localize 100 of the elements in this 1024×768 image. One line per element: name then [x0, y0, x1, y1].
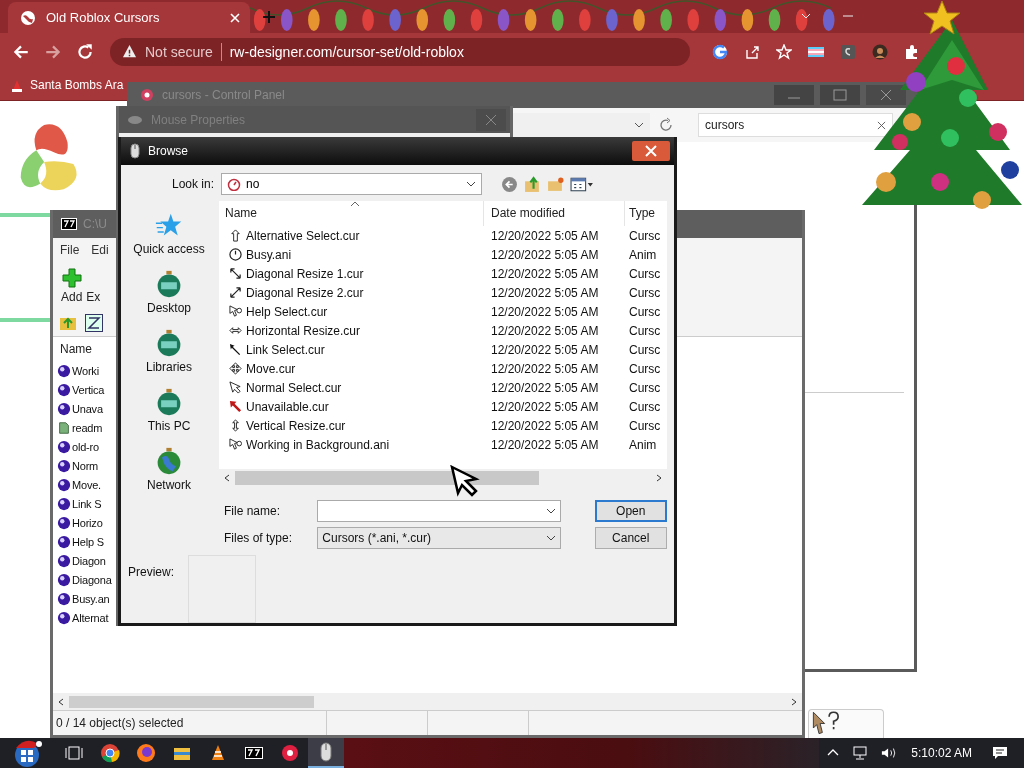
security-label[interactable]: Not secure: [145, 43, 213, 60]
type-cell-text: Cursc: [628, 228, 662, 243]
extension-icon[interactable]: [840, 43, 856, 60]
archive-entry[interactable]: Unava: [57, 399, 117, 418]
file-name[interactable]: Diagonal Resize 1.cur: [219, 266, 484, 281]
view-menu-icon[interactable]: [570, 175, 595, 193]
date-cell-text: 12/20/2022 5:05 AM: [490, 285, 600, 300]
file-name[interactable]: Move.cur: [219, 361, 484, 376]
browser-tab[interactable]: Old Roblox Cursors: [8, 2, 250, 33]
place-item[interactable]: This PC: [147, 388, 191, 433]
file-name[interactable]: Vertical Resize.cur: [219, 418, 484, 433]
share-icon[interactable]: [744, 43, 760, 60]
scroll-left-icon[interactable]: [223, 473, 231, 482]
file-name[interactable]: Diagonal Resize 2.cur: [219, 285, 484, 300]
date-cell-text: 12/20/2022 5:05 AM: [490, 380, 600, 395]
toolbar-button[interactable]: Ex: [86, 268, 101, 304]
new-tab-icon[interactable]: [262, 10, 276, 24]
archive-entry[interactable]: readm: [57, 418, 117, 437]
place-item[interactable]: Quick access: [133, 211, 205, 256]
cancel-button[interactable]: Cancel: [594, 527, 667, 549]
mouse-icon: [320, 742, 332, 762]
archive-entry[interactable]: Worki: [57, 361, 117, 380]
search-field[interactable]: cursors: [698, 113, 893, 137]
chrome-icon[interactable]: [100, 743, 120, 763]
place-item[interactable]: Desktop: [147, 270, 191, 315]
puzzle-icon[interactable]: [904, 43, 920, 60]
url-text: rw-designer.com/cursor-set/old-roblox: [229, 43, 464, 60]
refresh-icon[interactable]: [658, 117, 674, 133]
archive-entry[interactable]: Vertica: [57, 380, 117, 399]
close-icon[interactable]: [230, 12, 240, 23]
file-name[interactable]: Alternative Select.cur: [219, 228, 484, 243]
place-item[interactable]: Libraries: [146, 329, 192, 374]
archive-entry[interactable]: Busy.an: [57, 589, 117, 608]
ball-icon: [57, 534, 71, 549]
volume-icon[interactable]: [881, 746, 898, 760]
clock-text[interactable]: 5:10:02 AM: [911, 746, 972, 760]
file-name[interactable]: Busy.ani: [219, 247, 484, 262]
menu-item[interactable]: Edi: [91, 243, 109, 257]
sort-caret-icon: [350, 201, 360, 207]
task-view-icon[interactable]: [64, 743, 84, 763]
new-folder-icon[interactable]: [547, 175, 564, 193]
file-name-field[interactable]: [317, 500, 561, 522]
archive-entry[interactable]: Help S: [57, 532, 117, 551]
view-icon[interactable]: [85, 314, 103, 332]
place-item[interactable]: Network: [147, 447, 191, 492]
file-name[interactable]: Working in Background.ani: [219, 437, 484, 452]
folder-up-icon[interactable]: [524, 175, 541, 193]
clear-icon[interactable]: [877, 120, 886, 130]
archive-entry[interactable]: Diagona: [57, 570, 117, 589]
move-icon: [229, 362, 242, 375]
roblox-icon[interactable]: [280, 743, 300, 763]
archive-entry[interactable]: Link S: [57, 494, 117, 513]
file-name[interactable]: Normal Select.cur: [219, 380, 484, 395]
pointer-icon: [229, 381, 242, 394]
archive-entry[interactable]: Move.: [57, 475, 117, 494]
address-field[interactable]: [510, 113, 650, 137]
column-header[interactable]: Name: [219, 201, 484, 226]
bookmark[interactable]: Santa Bombs Ara: [10, 78, 124, 92]
close-button[interactable]: [632, 141, 670, 161]
look-in-dropdown[interactable]: no: [221, 173, 482, 195]
stopwatch-icon: [227, 177, 241, 191]
close-button[interactable]: [476, 108, 506, 131]
archive-entry[interactable]: Alternat: [57, 608, 117, 627]
start-button[interactable]: [12, 738, 42, 768]
google-icon[interactable]: [712, 43, 728, 60]
open-button[interactable]: Open: [594, 500, 667, 522]
file-name[interactable]: Horizontal Resize.cur: [219, 323, 484, 338]
notification-icon[interactable]: [992, 746, 1008, 760]
avatar-icon[interactable]: [872, 43, 888, 60]
firefox-icon[interactable]: [136, 743, 156, 763]
file-name[interactable]: Unavailable.cur: [219, 399, 484, 414]
archive-entry[interactable]: Norm: [57, 456, 117, 475]
back-icon[interactable]: [501, 175, 518, 193]
column-header[interactable]: Name: [57, 337, 107, 361]
type-cell-text: Cursc: [628, 380, 662, 395]
column-header[interactable]: Type: [625, 201, 667, 226]
archive-entry[interactable]: Diagon: [57, 551, 117, 570]
date-cell-text: 12/20/2022 5:05 AM: [490, 228, 600, 243]
close-button[interactable]: [866, 85, 906, 105]
type-cell-text: Cursc: [628, 361, 662, 376]
network-icon[interactable]: [853, 746, 870, 760]
archive-entry[interactable]: Horizo: [57, 513, 117, 532]
scroll-right-icon[interactable]: [790, 697, 798, 706]
menu-item[interactable]: File: [60, 243, 80, 257]
file-name[interactable]: Help Select.cur: [219, 304, 484, 319]
scroll-left-icon[interactable]: [57, 697, 65, 706]
star-icon[interactable]: [776, 43, 792, 60]
warning-icon: [122, 44, 137, 59]
file-name[interactable]: Link Select.cur: [219, 342, 484, 357]
archive-entry[interactable]: old-ro: [57, 437, 117, 456]
file-type-dropdown[interactable]: Cursors (*.ani, *.cur): [317, 527, 561, 549]
date-cell-text: 12/20/2022 5:05 AM: [490, 361, 600, 376]
preview-box: [188, 555, 256, 623]
column-header[interactable]: Date modified: [484, 201, 625, 226]
horizontal-scrollbar[interactable]: [53, 693, 802, 710]
reload-icon[interactable]: [76, 42, 94, 61]
taskbar-button[interactable]: [308, 738, 344, 768]
toolbar-button[interactable]: Add: [61, 268, 83, 304]
address-bar[interactable]: Not secure rw-designer.com/cursor-set/old-roblox: [110, 37, 690, 66]
scroll-right-icon[interactable]: [655, 473, 663, 482]
